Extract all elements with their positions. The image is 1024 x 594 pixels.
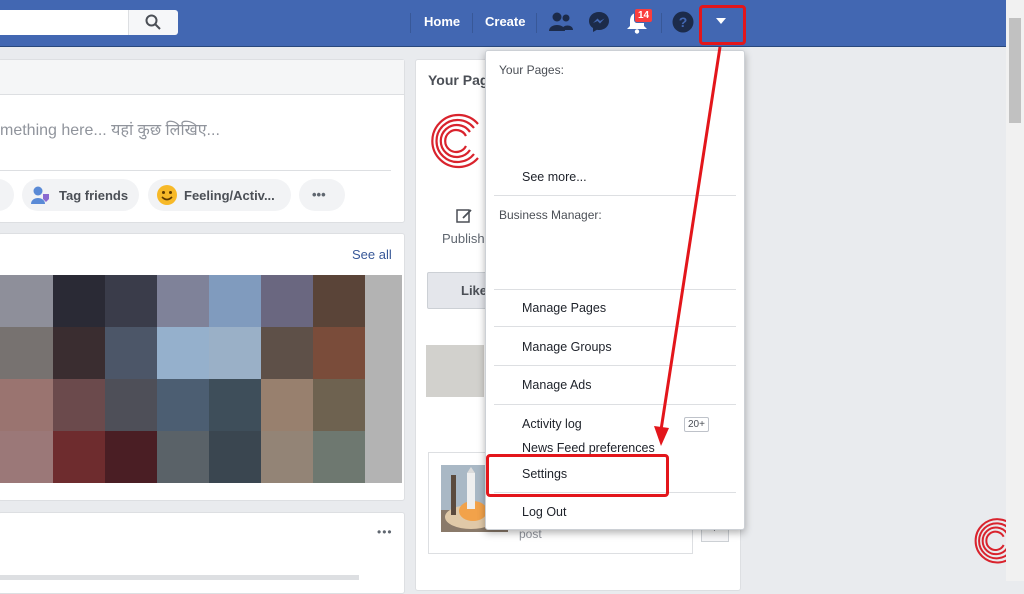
search-button[interactable] (128, 10, 178, 35)
photo-tile[interactable] (0, 275, 53, 327)
page-thumbnail (426, 345, 484, 397)
photo-tile[interactable] (365, 431, 402, 483)
photo-tile[interactable] (209, 379, 261, 431)
photo-tile[interactable] (261, 379, 313, 431)
photo-tile[interactable] (53, 275, 105, 327)
menu-item-manage-ads[interactable]: Manage Ads (522, 378, 592, 392)
more-dots-icon: ••• (312, 187, 326, 202)
menu-item-log-out[interactable]: Log Out (522, 505, 566, 519)
photo-tile[interactable] (53, 431, 105, 483)
photo-tile[interactable] (157, 379, 209, 431)
menu-item-manage-pages[interactable]: Manage Pages (522, 301, 606, 315)
photo-tile[interactable] (157, 275, 209, 327)
composer-header (0, 60, 404, 95)
feeling-smiley-icon (157, 185, 177, 205)
photo-tile[interactable] (313, 431, 365, 483)
create-link[interactable]: Create (485, 14, 525, 29)
photo-tile[interactable] (0, 431, 53, 483)
post-options-icon[interactable]: ••• (377, 525, 393, 539)
photo-tile[interactable] (365, 275, 402, 327)
menu-divider (494, 404, 736, 405)
post-card: ••• (0, 512, 405, 594)
menu-divider (494, 365, 736, 366)
feeling-activity-label: Feeling/Activ... (184, 188, 275, 203)
menu-divider (494, 195, 736, 196)
annotation-highlight-settings (486, 454, 669, 497)
photo-tile[interactable] (365, 327, 402, 379)
feeling-activity-button[interactable]: Feeling/Activ... (148, 179, 291, 211)
menu-divider (494, 289, 736, 290)
photo-tile[interactable] (53, 327, 105, 379)
menu-divider (494, 326, 736, 327)
composer-divider (0, 170, 391, 171)
help-icon[interactable]: ? (672, 11, 694, 33)
photo-tile[interactable] (209, 275, 261, 327)
photo-tile[interactable] (313, 275, 365, 327)
svg-text:?: ? (679, 14, 688, 30)
messenger-icon[interactable] (588, 11, 610, 33)
composer-input[interactable]: mething here... यहां कुछ लिखिए... (0, 118, 220, 140)
search-icon (145, 14, 161, 30)
more-options-button[interactable]: ••• (299, 179, 345, 211)
photo-tile[interactable] (261, 327, 313, 379)
tag-friends-button[interactable]: Tag friends (22, 179, 139, 211)
annotation-highlight-menu-button (699, 5, 746, 45)
page-logo-icon (431, 113, 479, 169)
photo-tile[interactable] (53, 379, 105, 431)
business-manager-heading: Business Manager: (499, 208, 602, 222)
photo-tile[interactable] (0, 379, 53, 431)
menu-item-news-feed-preferences[interactable]: News Feed preferences (522, 441, 655, 455)
photo-tile[interactable] (209, 327, 261, 379)
nav-divider (536, 13, 537, 33)
publish-edit-icon (456, 209, 472, 223)
activity-log-count-badge: 20+ (684, 417, 709, 432)
menu-item-activity-log[interactable]: Activity log (522, 417, 582, 431)
photo-tile[interactable] (209, 431, 261, 483)
photo-mosaic-grid[interactable] (0, 275, 402, 483)
photo-tile[interactable] (105, 379, 157, 431)
menu-item-manage-groups[interactable]: Manage Groups (522, 340, 612, 354)
photo-tile[interactable] (105, 431, 157, 483)
publish-label[interactable]: Publish (442, 231, 485, 246)
photo-tile[interactable] (157, 327, 209, 379)
your-pages-heading: Your Pages: (499, 63, 564, 77)
photo-tile[interactable] (157, 431, 209, 483)
see-all-link[interactable]: See all (352, 247, 392, 262)
notification-count-badge: 14 (634, 8, 654, 23)
page-scrollbar[interactable] (1006, 0, 1024, 581)
like-button[interactable]: Like (427, 272, 489, 309)
scrollbar-thumb[interactable] (1009, 18, 1021, 123)
photo-tile[interactable] (105, 275, 157, 327)
friend-requests-icon[interactable] (549, 11, 573, 33)
photo-tile[interactable] (0, 327, 53, 379)
tag-friends-label: Tag friends (59, 188, 129, 203)
post-progress-bar (0, 575, 359, 580)
see-more-link[interactable]: See more... (522, 170, 587, 184)
tag-friends-icon (31, 186, 49, 204)
nav-divider (410, 13, 411, 33)
photo-tile[interactable] (313, 379, 365, 431)
top-navigation-bar: Home Create 14 ? (0, 0, 1006, 47)
photo-tile[interactable] (313, 327, 365, 379)
photo-tile[interactable] (365, 379, 402, 431)
search-input[interactable] (0, 10, 178, 35)
nav-divider (661, 13, 662, 33)
like-label: Like (461, 283, 488, 298)
home-link[interactable]: Home (424, 14, 460, 29)
photo-tile[interactable] (105, 327, 157, 379)
nav-divider (472, 13, 473, 33)
photo-tile[interactable] (261, 275, 313, 327)
your-pages-title: Your Pag (428, 72, 489, 88)
photo-tile[interactable] (261, 431, 313, 483)
